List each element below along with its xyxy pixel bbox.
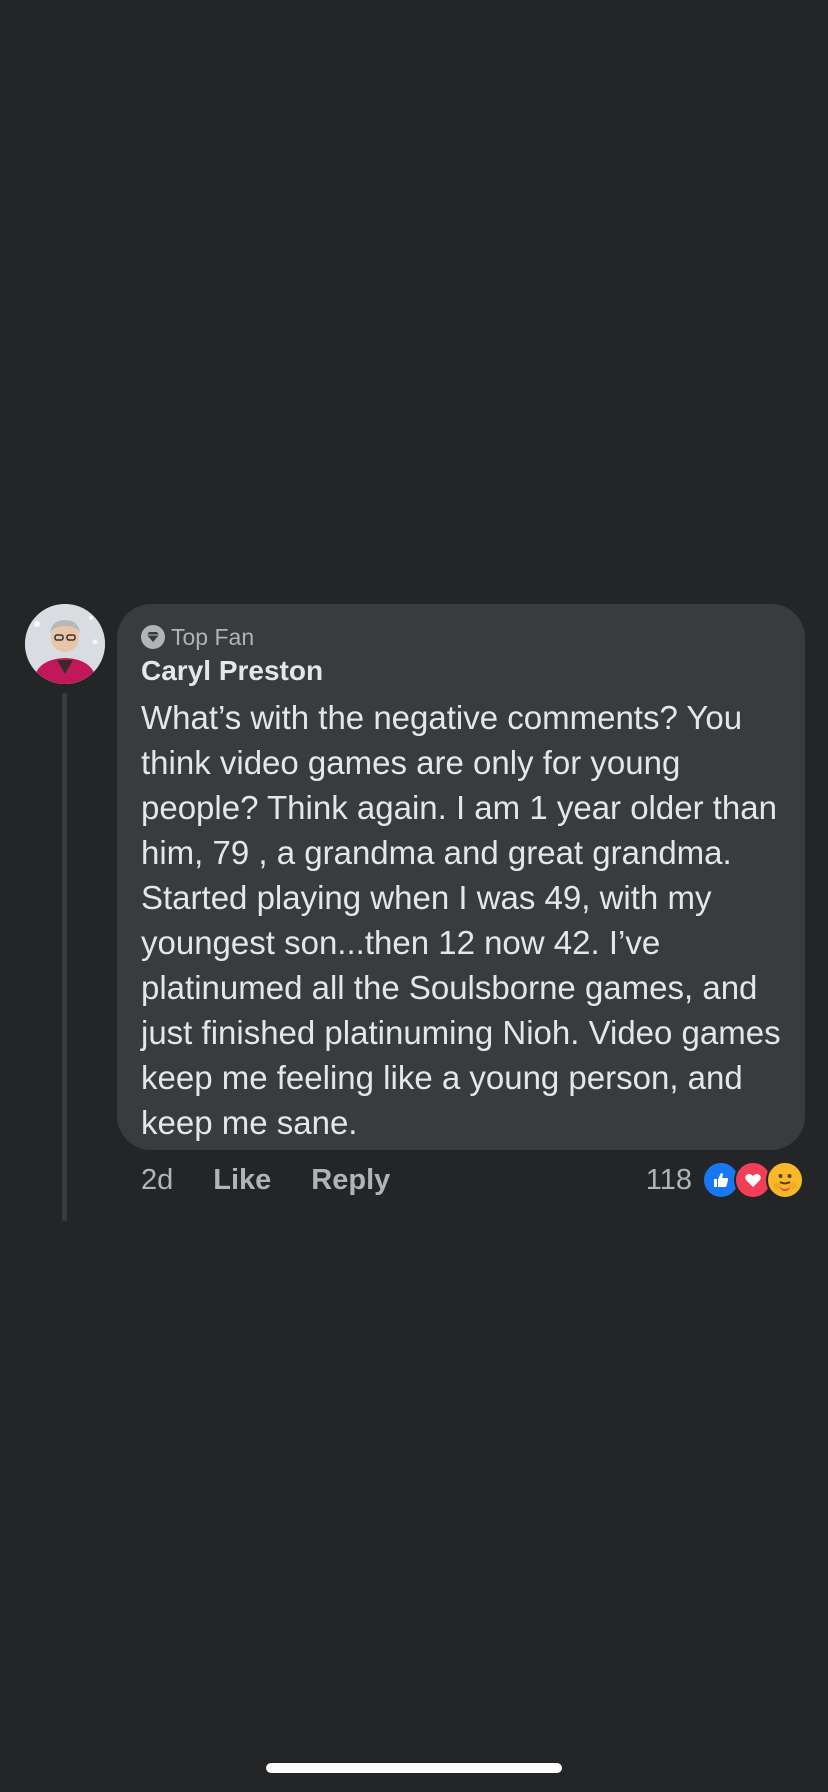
author-name[interactable]: Caryl Preston	[141, 654, 781, 688]
avatar-photo	[25, 604, 105, 684]
avatar[interactable]	[25, 604, 105, 684]
comment-actions: 2d Like Reply	[141, 1160, 430, 1200]
comment-bubble[interactable]: Top Fan Caryl Preston What’s with the ne…	[117, 604, 805, 1150]
diamond-icon	[141, 625, 165, 649]
reply-button[interactable]: Reply	[311, 1164, 390, 1197]
reaction-count: 118	[645, 1163, 692, 1196]
comment-text: What’s with the negative comments? You t…	[141, 699, 781, 1141]
home-indicator[interactable]	[266, 1763, 562, 1773]
badge-label: Top Fan	[171, 623, 255, 650]
reactions-summary[interactable]: 118	[646, 1160, 804, 1200]
thread-line	[62, 693, 67, 1221]
comment-timestamp[interactable]: 2d	[141, 1164, 173, 1197]
like-button[interactable]: Like	[213, 1164, 271, 1197]
care-reaction-icon	[766, 1161, 804, 1199]
top-fan-badge: Top Fan	[141, 622, 781, 652]
